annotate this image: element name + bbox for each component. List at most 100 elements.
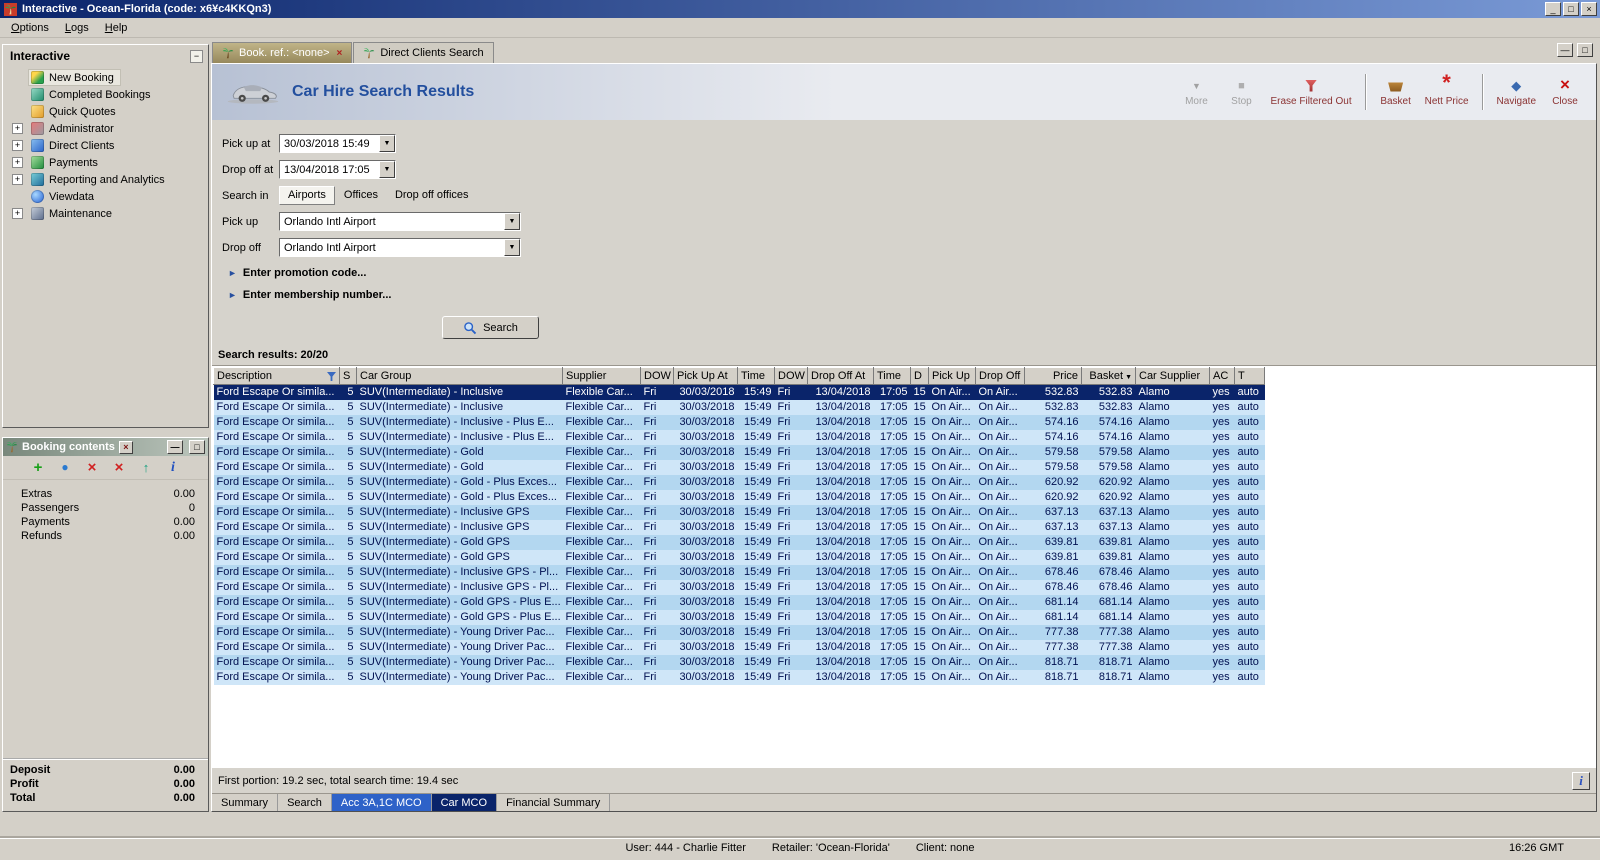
bottom-tab-financial-summary[interactable]: Financial Summary	[497, 794, 611, 811]
expand-plus-icon[interactable]: +	[12, 208, 23, 219]
close-icon[interactable]: ×	[1581, 2, 1597, 16]
column-header-pick-time[interactable]: Time	[737, 367, 775, 385]
basket-button[interactable]: Basket	[1375, 71, 1417, 113]
navigate-button[interactable]: Navigate	[1492, 71, 1541, 113]
result-row[interactable]: Ford Escape Or simila... 5 SUV(Intermediat…	[213, 474, 1265, 490]
sidebar-item-viewdata[interactable]: Viewdata	[3, 188, 208, 205]
nett-price-button[interactable]: Nett Price	[1420, 71, 1474, 113]
tab-close-icon[interactable]: ×	[337, 48, 343, 59]
promotion-code-expander[interactable]: ► Enter promotion code...	[228, 267, 1596, 279]
sidebar-item-administrator[interactable]: + Administrator	[3, 120, 208, 137]
view-icon[interactable]	[57, 460, 73, 476]
expand-plus-icon[interactable]: +	[12, 123, 23, 134]
search-in-tab-drop-off-offices[interactable]: Drop off offices	[387, 187, 477, 204]
expand-plus-icon[interactable]: +	[12, 157, 23, 168]
result-row[interactable]: Ford Escape Or simila... 5 SUV(Intermediat…	[213, 594, 1265, 610]
result-row[interactable]: Ford Escape Or simila... 5 SUV(Intermediat…	[213, 654, 1265, 670]
menu-item-options[interactable]: Options	[3, 20, 57, 36]
column-header-d[interactable]: D	[910, 367, 929, 385]
result-row[interactable]: Ford Escape Or simila... 5 SUV(Intermediat…	[213, 624, 1265, 640]
result-row[interactable]: Ford Escape Or simila... 5 SUV(Intermediat…	[213, 489, 1265, 505]
column-header-basket[interactable]: Basket ▼	[1081, 367, 1136, 385]
expand-plus-icon[interactable]: +	[12, 140, 23, 151]
column-header-supplier[interactable]: Supplier	[562, 367, 641, 385]
mdi-maximize-icon[interactable]: □	[1577, 43, 1593, 57]
booking-maximize-icon[interactable]: □	[189, 440, 205, 454]
minimize-icon[interactable]: _	[1545, 2, 1561, 16]
result-row[interactable]: Ford Escape Or simila... 5 SUV(Intermediat…	[213, 429, 1265, 445]
column-header-drop-time[interactable]: Time	[873, 367, 911, 385]
info-icon[interactable]: i	[1572, 771, 1590, 790]
result-row[interactable]: Ford Escape Or simila... 5 SUV(Intermediat…	[213, 459, 1265, 475]
sidebar-item-quick-quotes[interactable]: Quick Quotes	[3, 103, 208, 120]
dropoff-datetime-select[interactable]: 13/04/2018 17:05 ▼	[279, 160, 396, 179]
chevron-down-icon[interactable]: ▼	[379, 161, 395, 178]
remove-icon[interactable]	[111, 460, 127, 476]
close-button[interactable]: Close	[1544, 71, 1586, 113]
column-header-car-supplier[interactable]: Car Supplier	[1135, 367, 1210, 385]
result-row[interactable]: Ford Escape Or simila... 5 SUV(Intermediat…	[213, 384, 1265, 400]
sidebar-item-maintenance[interactable]: + Maintenance	[3, 205, 208, 222]
column-header-ac[interactable]: AC	[1209, 367, 1235, 385]
tab-booking-ref[interactable]: Book. ref.: <none> ×	[212, 42, 353, 63]
result-row[interactable]: Ford Escape Or simila... 5 SUV(Intermediat…	[213, 609, 1265, 625]
collapse-panel-icon[interactable]: −	[190, 49, 203, 63]
column-header-t[interactable]: T	[1234, 367, 1265, 385]
bottom-tab-car-mco[interactable]: Car MCO	[431, 794, 498, 811]
result-row[interactable]: Ford Escape Or simila... 5 SUV(Intermediat…	[213, 564, 1265, 580]
sidebar-item-direct-clients[interactable]: + Direct Clients	[3, 137, 208, 154]
bottom-tab-summary[interactable]: Summary	[212, 794, 279, 811]
result-row[interactable]: Ford Escape Or simila... 5 SUV(Intermediat…	[213, 414, 1265, 430]
column-header-s[interactable]: S	[339, 367, 357, 385]
tab-direct-clients-search[interactable]: Direct Clients Search	[353, 42, 494, 63]
search-in-tab-airports[interactable]: Airports	[279, 186, 335, 205]
result-row[interactable]: Ford Escape Or simila... 5 SUV(Intermediat…	[213, 549, 1265, 565]
sidebar-item-reporting-and-analytics[interactable]: + Reporting and Analytics	[3, 171, 208, 188]
sidebar-item-new-booking[interactable]: New Booking	[3, 69, 208, 86]
bottom-tab-search[interactable]: Search	[278, 794, 332, 811]
menu-item-help[interactable]: Help	[97, 20, 136, 36]
column-header-dow-drop[interactable]: DOW	[774, 367, 808, 385]
mdi-minimize-icon[interactable]: —	[1557, 43, 1573, 57]
maximize-icon[interactable]: □	[1563, 2, 1579, 16]
result-row[interactable]: Ford Escape Or simila... 5 SUV(Intermediat…	[213, 504, 1265, 520]
result-row[interactable]: Ford Escape Or simila... 5 SUV(Intermediat…	[213, 519, 1265, 535]
result-row[interactable]: Ford Escape Or simila... 5 SUV(Intermediat…	[213, 579, 1265, 595]
result-row[interactable]: Ford Escape Or simila... 5 SUV(Intermediat…	[213, 444, 1265, 460]
export-icon[interactable]	[138, 460, 154, 476]
sidebar-item-completed-bookings[interactable]: Completed Bookings	[3, 86, 208, 103]
column-header-drop-off-at[interactable]: Drop Off At	[807, 367, 874, 385]
dropoff-location-select[interactable]: Orlando Intl Airport ▼	[279, 238, 521, 257]
result-row[interactable]: Ford Escape Or simila... 5 SUV(Intermediat…	[213, 534, 1265, 550]
erase-filtered-out-button[interactable]: Erase Filtered Out	[1265, 71, 1356, 113]
result-cell-supplier: Flexible Car...	[565, 461, 633, 473]
chevron-down-icon[interactable]: ▼	[379, 135, 395, 152]
search-in-tab-offices[interactable]: Offices	[336, 187, 386, 204]
booking-close-icon[interactable]: ×	[118, 440, 133, 454]
column-header-description[interactable]: Description	[213, 367, 340, 385]
column-header-drop-off-loc[interactable]: Drop Off	[975, 367, 1025, 385]
result-row[interactable]: Ford Escape Or simila... 5 SUV(Intermediat…	[213, 399, 1265, 415]
booking-minimize-icon[interactable]: —	[167, 440, 183, 454]
column-header-pick-up-loc[interactable]: Pick Up	[928, 367, 976, 385]
expand-plus-icon[interactable]: +	[12, 174, 23, 185]
result-row[interactable]: Ford Escape Or simila... 5 SUV(Intermediat…	[213, 669, 1265, 685]
column-header-price[interactable]: Price	[1024, 367, 1082, 385]
pickup-location-select[interactable]: Orlando Intl Airport ▼	[279, 212, 521, 231]
search-button[interactable]: Search	[442, 316, 539, 339]
column-header-pick-up-at[interactable]: Pick Up At	[673, 367, 738, 385]
bottom-tab-acc-3a-1c-mco[interactable]: Acc 3A,1C MCO	[331, 794, 432, 811]
filter-icon[interactable]	[327, 372, 336, 381]
sidebar-item-payments[interactable]: + Payments	[3, 154, 208, 171]
delete-icon[interactable]	[84, 460, 100, 476]
column-header-car-group[interactable]: Car Group	[356, 367, 563, 385]
chevron-down-icon[interactable]: ▼	[504, 239, 520, 256]
pickup-datetime-select[interactable]: 30/03/2018 15:49 ▼	[279, 134, 396, 153]
membership-number-expander[interactable]: ► Enter membership number...	[228, 289, 1596, 301]
add-icon[interactable]	[30, 460, 46, 476]
column-header-dow-pick[interactable]: DOW	[640, 367, 674, 385]
menu-item-logs[interactable]: Logs	[57, 20, 97, 36]
info-icon[interactable]	[165, 460, 181, 476]
result-row[interactable]: Ford Escape Or simila... 5 SUV(Intermediat…	[213, 639, 1265, 655]
chevron-down-icon[interactable]: ▼	[504, 213, 520, 230]
